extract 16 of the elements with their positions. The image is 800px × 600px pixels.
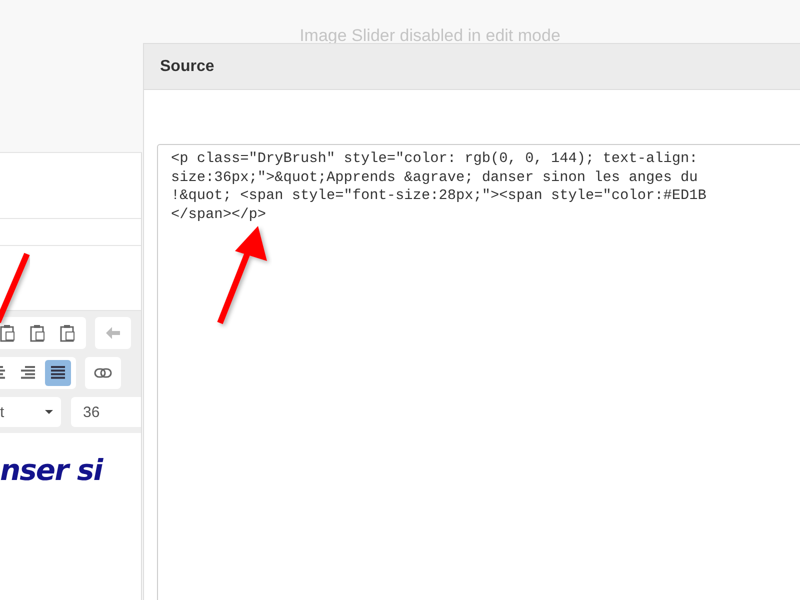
code-line: size:36px;">&quot;Apprends &agrave; danser sinon les anges du: [171, 168, 699, 187]
code-line: !&quot; <span style="font-size:28px;"><span style="color:#ED1B: [171, 187, 708, 206]
align-icon: [20, 366, 36, 380]
undo-icon: [106, 327, 120, 339]
font-size-field[interactable]: 36: [71, 397, 141, 427]
align-icon: [50, 366, 66, 380]
link-icon: [94, 368, 112, 378]
paste-icon: [60, 324, 76, 342]
toolbar-button[interactable]: [45, 360, 71, 386]
code-line: <p class="DryBrush" style="color: rgb(0, 0, 144); text-align:: [171, 150, 699, 168]
caret-icon: [45, 410, 53, 414]
code-line: </span></p>: [171, 206, 267, 224]
paste-icon: [30, 324, 46, 342]
dialog-title: Source: [160, 58, 214, 76]
font-select[interactable]: t: [0, 397, 61, 427]
editor-content: nser si: [0, 453, 102, 487]
